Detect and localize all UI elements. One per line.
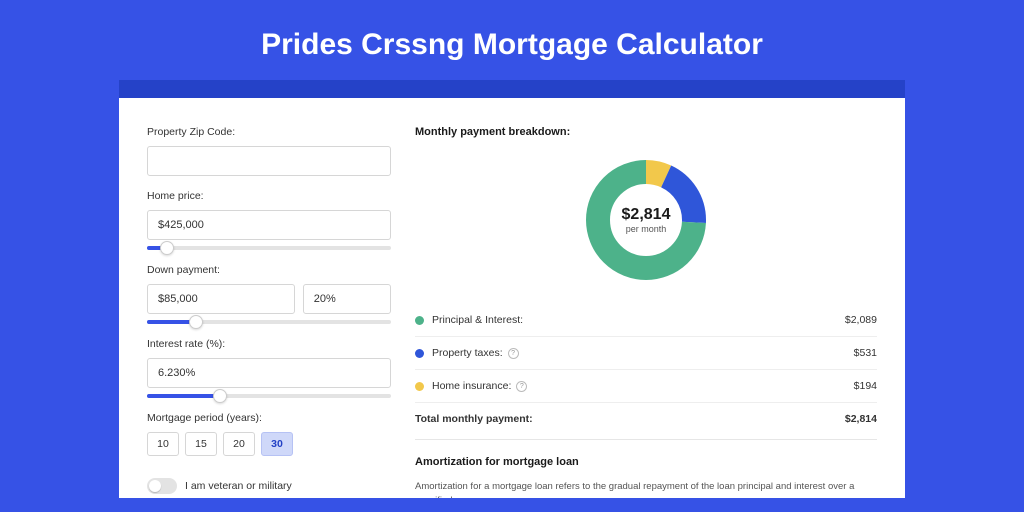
legend-dot [415,349,424,358]
home-price-input[interactable] [147,210,391,240]
down-payment-label: Down payment: [147,264,391,276]
toggle-knob [149,480,161,492]
legend-label: Principal & Interest: [432,314,845,326]
legend-value: $2,089 [845,314,877,326]
title-shadow-bar [119,80,905,98]
period-label: Mortgage period (years): [147,412,391,424]
breakdown-title: Monthly payment breakdown: [415,126,877,138]
legend-row-total: Total monthly payment: $2,814 [415,402,877,435]
legend-text: Home insurance: [432,380,511,392]
legend-dot [415,382,424,391]
down-payment-amount-input[interactable] [147,284,295,314]
donut-chart: $2,814 per month [580,154,712,286]
veteran-row: I am veteran or military [147,478,391,494]
period-option-20[interactable]: 20 [223,432,255,456]
home-price-group: Home price: [147,190,391,250]
page-title: Prides Crssng Mortgage Calculator [0,0,1024,80]
down-payment-percent-input[interactable] [303,284,391,314]
donut-center: $2,814 per month [622,206,671,234]
legend-value: $531 [854,347,877,359]
donut-chart-wrap: $2,814 per month [415,154,877,286]
legend-dot [415,316,424,325]
donut-amount: $2,814 [622,206,671,224]
down-payment-group: Down payment: [147,264,391,324]
veteran-toggle[interactable] [147,478,177,494]
zip-field-group: Property Zip Code: [147,126,391,176]
donut-sub: per month [622,224,671,234]
legend-row-taxes: Property taxes: ? $531 [415,336,877,369]
info-icon[interactable]: ? [508,348,519,359]
period-options: 10 15 20 30 [147,432,391,456]
total-label: Total monthly payment: [415,413,845,425]
results-panel: Monthly payment breakdown: $2,814 [415,126,877,498]
legend-row-principal: Principal & Interest: $2,089 [415,304,877,336]
interest-slider[interactable] [147,394,391,398]
down-payment-slider[interactable] [147,320,391,324]
amortization-body: Amortization for a mortgage loan refers … [415,480,877,498]
interest-group: Interest rate (%): [147,338,391,398]
legend-row-insurance: Home insurance: ? $194 [415,369,877,402]
interest-label: Interest rate (%): [147,338,391,350]
legend-label: Property taxes: ? [432,347,854,359]
slider-thumb[interactable] [160,241,174,255]
legend-text: Principal & Interest: [432,314,523,326]
home-price-slider[interactable] [147,246,391,250]
info-icon[interactable]: ? [516,381,527,392]
zip-label: Property Zip Code: [147,126,391,138]
period-option-30[interactable]: 30 [261,432,293,456]
slider-thumb[interactable] [213,389,227,403]
input-panel: Property Zip Code: Home price: Down paym… [147,126,391,498]
total-value: $2,814 [845,413,877,425]
slider-fill [147,394,220,398]
legend-text: Property taxes: [432,347,503,359]
calculator-card: Property Zip Code: Home price: Down paym… [119,98,905,498]
interest-input[interactable] [147,358,391,388]
period-option-10[interactable]: 10 [147,432,179,456]
period-group: Mortgage period (years): 10 15 20 30 [147,412,391,456]
legend-value: $194 [854,380,877,392]
amortization-section: Amortization for mortgage loan Amortizat… [415,439,877,498]
zip-input[interactable] [147,146,391,176]
home-price-label: Home price: [147,190,391,202]
amortization-title: Amortization for mortgage loan [415,456,877,468]
slider-thumb[interactable] [189,315,203,329]
veteran-label: I am veteran or military [185,480,292,492]
period-option-15[interactable]: 15 [185,432,217,456]
legend-label: Home insurance: ? [432,380,854,392]
